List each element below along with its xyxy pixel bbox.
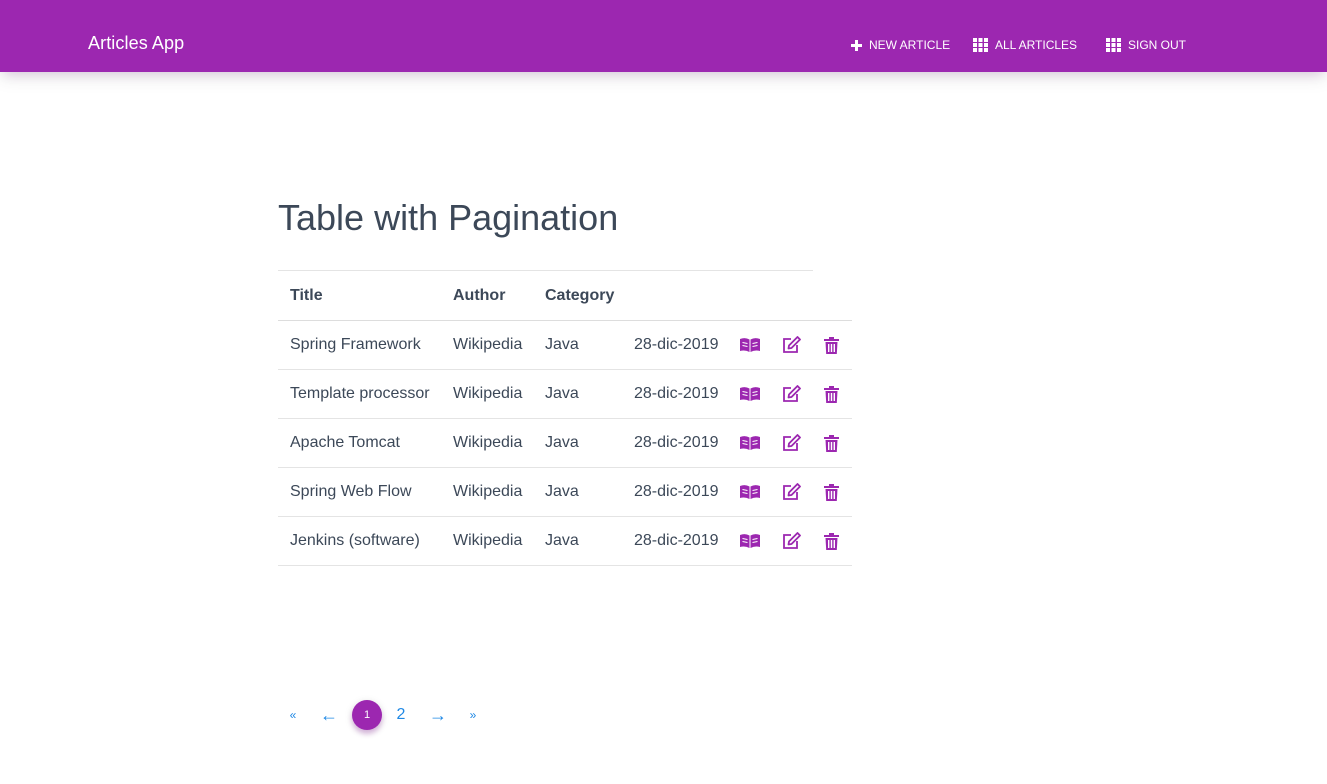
- cell-category: Java: [545, 385, 579, 402]
- table-row: Template processor Wikipedia Java 28-dic…: [278, 370, 852, 419]
- grid-icon: [1106, 38, 1121, 52]
- read-button[interactable]: [740, 468, 760, 516]
- table-row: Apache Tomcat Wikipedia Java 28-dic-2019: [278, 419, 852, 468]
- delete-button[interactable]: [824, 468, 839, 516]
- table-header-row: Title Author Category: [278, 271, 852, 321]
- cell-date: 28-dic-2019: [634, 336, 719, 353]
- all-articles-label: All Articles: [995, 38, 1078, 52]
- cell-date: 28-dic-2019: [634, 483, 719, 500]
- trash-icon: [824, 532, 839, 550]
- cell-author: Wikipedia: [453, 532, 523, 549]
- grid-icon: [973, 38, 988, 52]
- book-open-icon: [740, 338, 760, 352]
- header-category: Category: [545, 286, 615, 304]
- edit-button[interactable]: [782, 419, 801, 467]
- page-link-2[interactable]: 2: [394, 700, 408, 730]
- trash-icon: [824, 483, 839, 501]
- cell-category: Java: [545, 336, 579, 353]
- cell-author: Wikipedia: [453, 336, 523, 353]
- read-button[interactable]: [740, 321, 760, 369]
- read-button[interactable]: [740, 419, 760, 467]
- top-navbar: Articles App New Article All Articles Si…: [0, 0, 1327, 72]
- edit-icon: [783, 336, 801, 353]
- plus-icon: [851, 39, 862, 51]
- new-article-link[interactable]: New Article: [851, 36, 950, 54]
- delete-button[interactable]: [824, 419, 839, 467]
- last-page-link[interactable]: »: [468, 700, 478, 730]
- read-button[interactable]: [740, 517, 760, 565]
- cell-category: Java: [545, 434, 579, 451]
- read-button[interactable]: [740, 370, 760, 418]
- app-brand[interactable]: Articles App: [88, 33, 184, 54]
- table-row: Spring Web Flow Wikipedia Java 28-dic-20…: [278, 468, 852, 517]
- trash-icon: [824, 434, 839, 452]
- edit-icon: [783, 532, 801, 549]
- cell-date: 28-dic-2019: [634, 532, 719, 549]
- prev-page-link[interactable]: ←: [318, 700, 340, 730]
- delete-button[interactable]: [824, 370, 839, 418]
- edit-button[interactable]: [782, 517, 801, 565]
- book-open-icon: [740, 436, 760, 450]
- table-row: Spring Framework Wikipedia Java 28-dic-2…: [278, 321, 852, 370]
- sign-out-link[interactable]: Sign Out: [1106, 36, 1186, 54]
- edit-button[interactable]: [782, 321, 801, 369]
- book-open-icon: [740, 534, 760, 548]
- page-link-1[interactable]: 1: [352, 700, 382, 730]
- edit-button[interactable]: [782, 468, 801, 516]
- cell-date: 28-dic-2019: [634, 434, 719, 451]
- trash-icon: [824, 336, 839, 354]
- book-open-icon: [740, 485, 760, 499]
- edit-icon: [783, 483, 801, 500]
- delete-button[interactable]: [824, 517, 839, 565]
- book-open-icon: [740, 387, 760, 401]
- cell-author: Wikipedia: [453, 434, 523, 451]
- sign-out-label: Sign Out: [1128, 38, 1187, 52]
- cell-title: Apache Tomcat: [290, 434, 400, 451]
- first-page-link[interactable]: «: [288, 700, 298, 730]
- cell-category: Java: [545, 532, 579, 549]
- cell-category: Java: [545, 483, 579, 500]
- cell-title: Spring Web Flow: [290, 483, 412, 500]
- page-title: Table with Pagination: [278, 197, 619, 238]
- cell-title: Spring Framework: [290, 336, 421, 353]
- cell-title: Jenkins (software): [290, 532, 420, 549]
- edit-icon: [783, 385, 801, 402]
- table-row: Jenkins (software) Wikipedia Java 28-dic…: [278, 517, 852, 566]
- cell-title: Template processor: [290, 385, 430, 402]
- trash-icon: [824, 385, 839, 403]
- edit-icon: [783, 434, 801, 451]
- cell-author: Wikipedia: [453, 385, 523, 402]
- delete-button[interactable]: [824, 321, 839, 369]
- cell-date: 28-dic-2019: [634, 385, 719, 402]
- next-page-link[interactable]: →: [427, 700, 449, 730]
- cell-author: Wikipedia: [453, 483, 523, 500]
- edit-button[interactable]: [782, 370, 801, 418]
- header-title: Title: [290, 286, 323, 304]
- header-author: Author: [453, 286, 506, 304]
- all-articles-link[interactable]: All Articles: [973, 36, 1077, 54]
- new-article-label: New Article: [869, 38, 951, 52]
